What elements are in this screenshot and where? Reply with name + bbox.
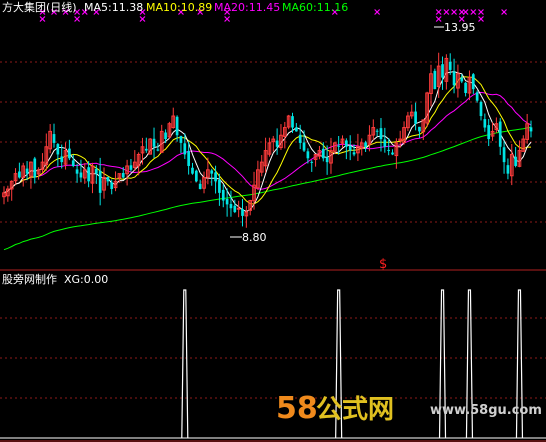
candle-body-down (175, 116, 179, 136)
candle-body-down (214, 172, 217, 182)
ma60-label: MA60:11.16 (282, 1, 348, 14)
high-price-label: 13.95 (444, 21, 476, 34)
candle-body-down (441, 64, 444, 78)
candle-body-down (464, 82, 467, 93)
candle-body-down (233, 205, 237, 213)
ma5-label: MA5:11.38 (84, 1, 143, 14)
low-price-label: 8.80 (242, 231, 267, 244)
ma10-label: MA10:10.89 (146, 1, 212, 14)
candle-body-down (460, 77, 464, 82)
watermark-text: 公式网 (316, 395, 394, 425)
chart-background (0, 0, 546, 442)
candle-body-down (302, 142, 306, 151)
candle-body-down (94, 168, 98, 174)
candle-body-down (448, 61, 452, 70)
candle-body-down (106, 177, 110, 182)
candle-body-down (144, 148, 148, 151)
candle-body-down (56, 144, 60, 155)
candle-body-down (479, 101, 483, 117)
candle-body-down (110, 182, 114, 190)
candle-body-down (325, 157, 329, 163)
candle-body-down (471, 74, 475, 90)
candle-body-down (383, 139, 387, 147)
candle-body-down (68, 148, 71, 159)
candle-body-down (291, 116, 294, 128)
candle-body-down (18, 171, 21, 178)
candle-body-down (295, 127, 298, 132)
candle-body-down (345, 140, 348, 147)
candle-body-down (418, 126, 421, 132)
candle-body-down (387, 149, 391, 151)
buy-marker: $ (379, 257, 387, 272)
candle-body-down (221, 189, 225, 201)
candle-body-down (129, 165, 133, 170)
candle-body-down (179, 135, 183, 143)
candle-body-down (306, 151, 310, 159)
chart-canvas: 方大集团(日线) MA5:11.38 MA10:10.89 MA20:11.45… (0, 0, 546, 442)
candle-body-down (364, 142, 367, 147)
candle-body-down (210, 170, 214, 174)
candle-body-down (60, 156, 64, 163)
candle-body-up (236, 207, 241, 210)
candle-body-down (487, 125, 491, 140)
candle-body-down (452, 71, 456, 86)
candle-body-down (352, 152, 356, 155)
candle-body-down (187, 151, 190, 166)
candle-body-down (241, 209, 244, 216)
watermark-number: 58 (276, 391, 318, 426)
candle-body-down (156, 149, 160, 151)
candle-body-down (483, 119, 487, 128)
candle-body-down (225, 198, 229, 205)
candle-body-down (475, 92, 479, 101)
candle-body-down (498, 121, 502, 147)
candle-body-down (52, 134, 56, 143)
stock-chart-window: { "colors": { "background": "#000000", "… (0, 0, 546, 442)
candle-body-down (75, 169, 79, 174)
candle-body-down (375, 130, 379, 132)
candle-body-down (194, 170, 198, 182)
candle-body-down (348, 145, 352, 151)
stock-title: 方大集团(日线) (2, 0, 77, 14)
candle-body-down (414, 111, 417, 124)
candle-body-down (298, 134, 302, 143)
candle-body-down (33, 158, 37, 178)
ma20-label: MA20:11.45 (214, 1, 280, 14)
candle-body-down (198, 183, 202, 190)
candle-body-down (98, 170, 102, 193)
candle-body-down (229, 204, 233, 209)
candle-body-down (191, 167, 194, 174)
candle-body-down (218, 179, 221, 193)
candle-body-down (121, 172, 125, 178)
candle-body-down (152, 138, 156, 147)
candle-body-down (321, 148, 325, 159)
candle-body-down (87, 167, 90, 182)
candle-body-down (529, 127, 533, 132)
candle-body-down (71, 160, 75, 166)
candle-body-down (502, 147, 506, 163)
candle-body-down (183, 143, 187, 155)
indicator-value: XG:0.00 (64, 273, 108, 286)
candle-body-down (275, 140, 279, 147)
candle-body-down (514, 156, 517, 166)
candle-body-down (164, 132, 167, 140)
candle-body-down (79, 172, 83, 178)
candle-body-down (379, 128, 383, 140)
candle-body-down (25, 168, 29, 174)
watermark-url: www.58gu.com (430, 403, 542, 418)
candle-body-down (337, 145, 341, 147)
candle-body-down (433, 70, 437, 90)
candle-body-down (506, 165, 510, 174)
candle-body-down (391, 152, 394, 155)
indicator-title: 股旁网制作 (2, 272, 57, 286)
candle-body-down (310, 161, 314, 163)
